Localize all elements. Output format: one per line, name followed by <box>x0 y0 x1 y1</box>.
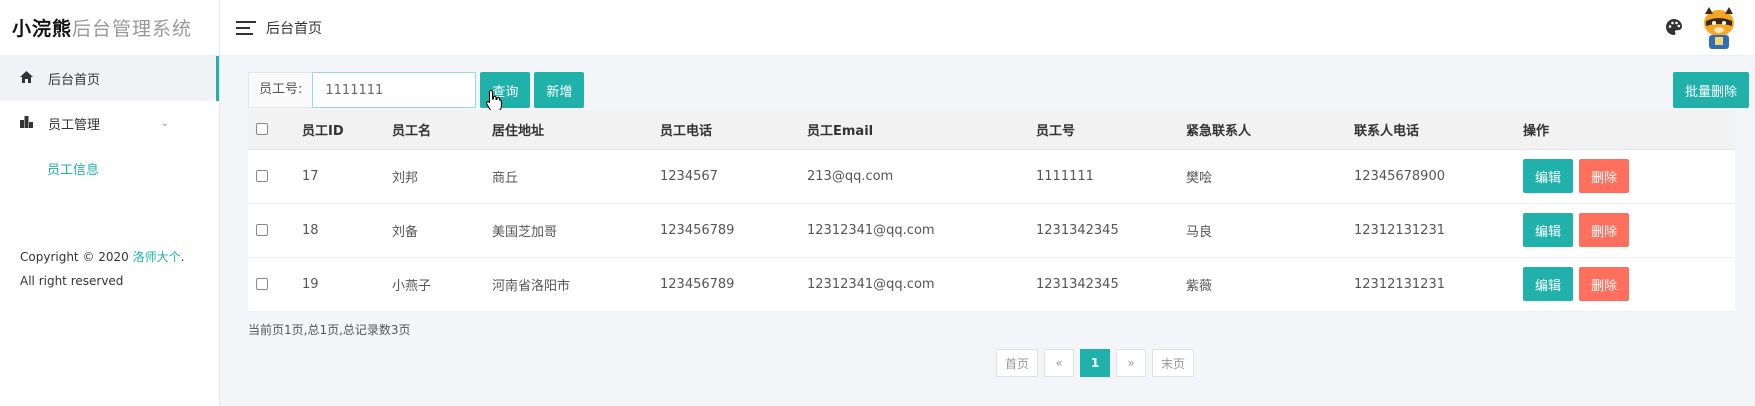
row-select-cell <box>248 203 296 258</box>
delete-button[interactable]: 删除 <box>1579 213 1630 247</box>
cell-employee-id: 18 <box>296 203 392 258</box>
cell-employee-id: 17 <box>296 149 392 204</box>
copyright: Copyright © 2020 洛师大个. All right reserve… <box>20 245 200 293</box>
sidebar-item-home[interactable]: 后台首页 <box>0 56 219 101</box>
first-page-button[interactable]: 首页 <box>996 349 1039 377</box>
cell-address: 商丘 <box>492 149 660 204</box>
cell-address: 美国芝加哥 <box>492 203 660 258</box>
cell-phone: 123456789 <box>660 257 807 312</box>
cell-employee-name: 刘邦 <box>392 149 492 204</box>
edit-button[interactable]: 编辑 <box>1523 159 1574 193</box>
sidebar-item-label: 员工管理 <box>48 118 101 133</box>
last-page-button[interactable]: 末页 <box>1152 349 1195 377</box>
column-header: 员工电话 <box>660 110 807 150</box>
sidebar-menu: 后台首页 员工管理 ⌄ 员工信息 <box>0 56 219 191</box>
cell-employee-number: 1111111 <box>1036 149 1186 204</box>
cell-employee-id: 19 <box>296 257 392 312</box>
cell-actions: 编辑 删除 <box>1523 149 1735 204</box>
delete-button[interactable]: 删除 <box>1579 159 1630 193</box>
menu-toggle-icon[interactable] <box>236 20 256 35</box>
employee-table: 员工ID 员工名 居住地址 员工电话 员工Email 员工号 紧急联系人 联系人… <box>248 110 1735 312</box>
brand-subtitle: 后台管理系统 <box>72 18 193 40</box>
cell-emergency-contact: 樊哙 <box>1186 149 1354 204</box>
edit-button[interactable]: 编辑 <box>1523 267 1574 301</box>
cell-contact-phone: 12345678900 <box>1354 149 1523 204</box>
employee-number-label: 员工号: <box>248 72 313 108</box>
cell-email: 12312341@qq.com <box>807 203 1036 258</box>
sidebar-item-employee-info[interactable]: 员工信息 <box>0 146 219 191</box>
current-page-button[interactable]: 1 <box>1080 349 1111 377</box>
edit-button[interactable]: 编辑 <box>1523 213 1574 247</box>
delete-button[interactable]: 删除 <box>1579 267 1630 301</box>
cell-employee-number: 1231342345 <box>1036 257 1186 312</box>
page-info: 当前页1页,总1页,总记录数3页 <box>248 323 411 337</box>
column-header: 居住地址 <box>492 110 660 150</box>
pagination: 首页 « 1 » 末页 <box>996 349 1200 377</box>
cell-emergency-contact: 马良 <box>1186 203 1354 258</box>
select-all-checkbox[interactable] <box>256 123 268 136</box>
table-header-row: 员工ID 员工名 居住地址 员工电话 员工Email 员工号 紧急联系人 联系人… <box>248 110 1735 150</box>
column-header: 紧急联系人 <box>1186 110 1354 150</box>
cell-contact-phone: 12312131231 <box>1354 257 1523 312</box>
column-header: 联系人电话 <box>1354 110 1523 150</box>
cell-employee-name: 小燕子 <box>392 257 492 312</box>
brand-name: 小浣熊 <box>12 18 73 40</box>
main-content: 员工号: 查询 新增 批量删除 员工ID 员工名 居住地址 员工电话 员工Ema… <box>220 56 1755 406</box>
brand-logo[interactable]: 小浣熊 后台管理系统 <box>0 0 219 56</box>
select-all-cell <box>248 110 296 150</box>
table-row: 19 小燕子 河南省洛阳市 123456789 12312341@qq.com … <box>248 257 1735 312</box>
sidebar-subitem-label: 员工信息 <box>47 163 100 178</box>
column-header: 员工名 <box>392 110 492 150</box>
copyright-prefix: Copyright © 2020 <box>20 250 133 264</box>
cell-emergency-contact: 紫薇 <box>1186 257 1354 312</box>
cell-email: 213@qq.com <box>807 149 1036 204</box>
employee-number-input[interactable] <box>312 72 477 108</box>
avatar[interactable] <box>1695 4 1743 52</box>
cell-email: 12312341@qq.com <box>807 257 1036 312</box>
add-button[interactable]: 新增 <box>534 72 585 108</box>
top-header: 后台首页 <box>220 0 1755 56</box>
column-header: 员工号 <box>1036 110 1186 150</box>
table-row: 18 刘备 美国芝加哥 123456789 12312341@qq.com 12… <box>248 203 1735 258</box>
cell-phone: 123456789 <box>660 203 807 258</box>
building-icon <box>20 115 36 132</box>
sidebar-item-label: 后台首页 <box>48 73 101 88</box>
cell-phone: 1234567 <box>660 149 807 204</box>
cell-contact-phone: 12312131231 <box>1354 203 1523 258</box>
page-title: 后台首页 <box>266 20 322 37</box>
cell-address: 河南省洛阳市 <box>492 257 660 312</box>
column-header: 员工ID <box>296 110 392 150</box>
row-select-cell <box>248 149 296 204</box>
row-select-cell <box>248 257 296 312</box>
sidebar: 小浣熊 后台管理系统 后台首页 员工管理 ⌄ 员工信息 Copyright © 2… <box>0 0 220 406</box>
copyright-link[interactable]: 洛师大个 <box>133 250 181 264</box>
row-checkbox[interactable] <box>256 170 268 182</box>
palette-icon[interactable] <box>1665 18 1683 36</box>
chevron-down-icon: ⌄ <box>160 118 169 129</box>
cell-employee-number: 1231342345 <box>1036 203 1186 258</box>
cell-actions: 编辑 删除 <box>1523 257 1735 312</box>
column-header: 操作 <box>1523 110 1735 150</box>
row-checkbox[interactable] <box>256 278 268 290</box>
cell-actions: 编辑 删除 <box>1523 203 1735 258</box>
column-header: 员工Email <box>807 110 1036 150</box>
search-toolbar: 员工号: 查询 新增 <box>248 72 585 108</box>
prev-page-button[interactable]: « <box>1044 349 1075 377</box>
table-row: 17 刘邦 商丘 1234567 213@qq.com 1111111 樊哙 1… <box>248 149 1735 204</box>
home-icon <box>20 70 36 87</box>
batch-delete-button[interactable]: 批量删除 <box>1672 72 1749 108</box>
sidebar-item-employee-management[interactable]: 员工管理 ⌄ <box>0 101 219 146</box>
next-page-button[interactable]: » <box>1116 349 1147 377</box>
row-checkbox[interactable] <box>256 224 268 236</box>
cell-employee-name: 刘备 <box>392 203 492 258</box>
